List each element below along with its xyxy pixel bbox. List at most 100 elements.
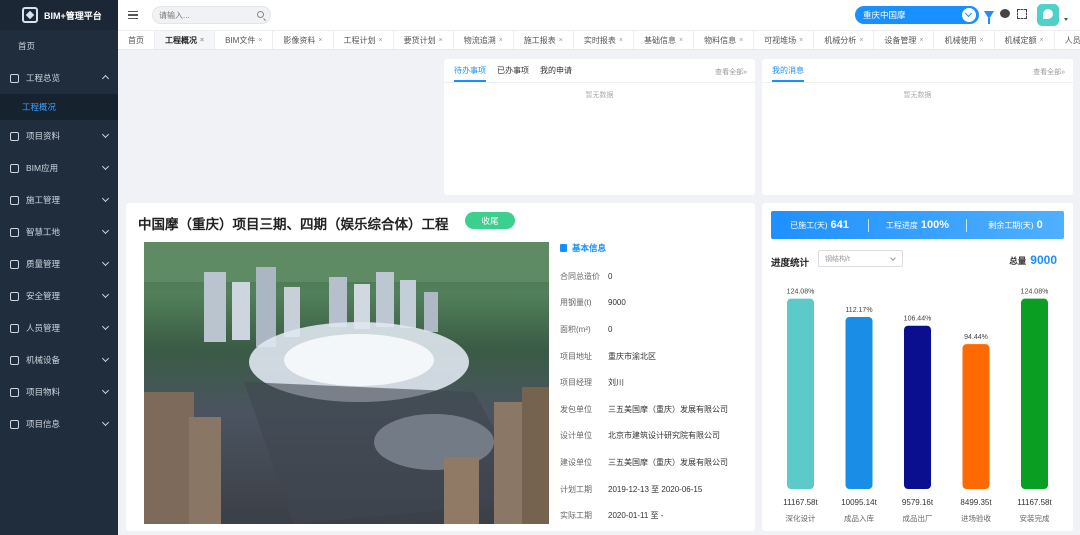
tab-item[interactable]: 基础信息 × [634, 31, 695, 49]
search-input[interactable] [159, 10, 254, 20]
search-icon[interactable] [257, 11, 264, 18]
chat-icon[interactable] [1000, 9, 1010, 18]
tab-item[interactable]: 物流追溯 × [454, 31, 514, 49]
list-icon [10, 419, 19, 429]
info-row: 面积(m²) 0 [560, 316, 728, 343]
close-icon[interactable]: × [559, 37, 563, 44]
sidebar-item-home[interactable]: 首页 [0, 30, 118, 62]
tab-item[interactable]: 机械使用 × [934, 31, 995, 49]
info-row: 发包单位 三五美国摩（重庆）发展有限公司 [560, 396, 728, 423]
drill-icon [10, 355, 19, 365]
filter-icon[interactable] [984, 11, 994, 24]
view-all-link[interactable]: 查看全部» [1033, 67, 1065, 77]
close-icon[interactable]: × [859, 37, 863, 44]
tab-my-messages[interactable]: 我的消息 [772, 65, 804, 82]
bar-percent-label: 94.44% [964, 334, 988, 341]
sidebar-item[interactable]: 施工管理 [0, 184, 118, 216]
tab-label: BIM文件 [225, 36, 256, 45]
sidebar-item[interactable]: 项目物料 [0, 376, 118, 408]
chart-bar[interactable] [1021, 298, 1048, 489]
tab-item[interactable]: 可视堆场 × [754, 31, 815, 49]
chevron-icon [101, 194, 110, 203]
info-key: 合同总造价 [560, 271, 600, 281]
close-icon[interactable]: × [919, 37, 923, 44]
info-key: 项目经理 [560, 378, 592, 388]
project-select[interactable]: 重庆中国摩 [855, 6, 979, 24]
tab-item[interactable]: 要货计划 × [394, 31, 454, 49]
tab-item[interactable]: 物料信息 × [694, 31, 755, 49]
sidebar-menu: 工程总览 工程概况 项目资料 BIM应用施工管理智慧工地 质量管理 安全管理人员管理机械设… [0, 62, 118, 440]
fullscreen-icon[interactable] [1017, 9, 1027, 19]
bar-percent-label: 112.17% [845, 307, 872, 314]
avatar[interactable] [1037, 4, 1059, 26]
tab-my-requests[interactable]: 我的申请 [540, 65, 572, 82]
tab-item[interactable]: 施工报表 × [514, 31, 574, 49]
close-icon[interactable]: × [439, 37, 443, 44]
view-all-link[interactable]: 查看全部» [715, 67, 747, 77]
sidebar-item-label: 项目物料 [26, 387, 61, 397]
close-icon[interactable]: × [739, 37, 743, 44]
info-row: 计划工期 2019-12-13 至 2020-06-15 [560, 476, 728, 503]
close-icon[interactable]: × [318, 37, 322, 44]
sidebar-item[interactable]: 质量管理 [0, 248, 118, 280]
tab-item[interactable]: BIM文件 × [215, 31, 274, 49]
close-icon[interactable]: × [679, 37, 683, 44]
tab-label: 要货计划 [403, 36, 436, 45]
sidebar-item[interactable]: BIM应用 [0, 152, 118, 184]
tab-item[interactable]: 工程概况 × [155, 31, 216, 49]
chart-bar[interactable] [962, 344, 990, 489]
basic-info-title: 基本信息 [572, 243, 607, 253]
progress-bar-chart: 124.08% 11167.58t 深化设计 112.17% 10095.14t 成品入库… [783, 289, 1052, 523]
close-icon[interactable]: × [979, 37, 983, 44]
menu-icon[interactable] [128, 11, 138, 19]
tab-item[interactable]: 设备管理 × [874, 31, 935, 49]
close-icon[interactable]: × [619, 37, 623, 44]
basic-info-list: 合同总造价 0 用钢量(t) 9000 面积(m²) 0 项目地址 重庆市渝北区 项目经理 刘川发… [560, 263, 728, 529]
tab-item[interactable]: 首页 [118, 31, 155, 49]
close-icon[interactable]: × [200, 37, 204, 44]
tab-label: 人员信息 [1064, 36, 1080, 45]
tab-done[interactable]: 已办事项 [497, 65, 529, 82]
close-icon[interactable]: × [799, 37, 803, 44]
stat-label: 工程进度 [885, 220, 918, 230]
tab-item[interactable]: 影像资料 × [273, 31, 334, 49]
info-key: 项目地址 [560, 351, 592, 361]
sidebar-item[interactable]: 智慧工地 [0, 216, 118, 248]
todo-tabs: 待办事项 已办事项 我的申请 查看全部» [444, 59, 755, 83]
clipboard-icon [10, 195, 19, 205]
sidebar-item-label: 人员管理 [26, 323, 61, 333]
stat-days-remaining: 剩余工期(天) 0 [967, 219, 1064, 232]
bar-percent-label: 124.08% [787, 289, 815, 296]
sidebar-item[interactable]: 机械设备 [0, 344, 118, 376]
sidebar-item[interactable]: 安全管理 [0, 280, 118, 312]
tab-item[interactable]: 机械定额 × [995, 31, 1055, 49]
info-key: 发包单位 [560, 404, 592, 414]
tab-item[interactable]: 机械分析 × [814, 31, 875, 49]
sidebar-item[interactable]: 项目信息 [0, 408, 118, 440]
chart-bar[interactable] [787, 298, 814, 489]
close-icon[interactable]: × [1040, 37, 1044, 44]
tab-item[interactable]: 工程计划 × [334, 31, 394, 49]
close-icon[interactable]: × [499, 37, 503, 44]
unit-select[interactable]: 钢结构/t [818, 250, 903, 267]
close-icon[interactable]: × [379, 37, 383, 44]
app-logo[interactable]: BIM+管理平台 [0, 0, 118, 30]
sidebar-item-label: 项目信息 [26, 419, 61, 429]
tab-label: 可视堆场 [764, 36, 797, 45]
info-value: 刘川 [608, 378, 624, 388]
bar-value-label: 11167.58t [783, 498, 818, 507]
total-value: 9000 [1030, 253, 1057, 267]
sidebar-item-label: 施工管理 [26, 195, 61, 205]
close-icon[interactable]: × [258, 37, 262, 44]
tab-todo[interactable]: 待办事项 [454, 65, 486, 82]
chart-bar[interactable] [904, 325, 931, 489]
sidebar-item[interactable]: 项目资料 [0, 120, 118, 152]
chart-bar[interactable] [845, 316, 873, 489]
sidebar-subitem[interactable]: 工程概况 [0, 94, 118, 120]
tab-item[interactable]: 实时报表 × [574, 31, 634, 49]
sidebar-item[interactable]: 人员管理 [0, 312, 118, 344]
caret-down-icon[interactable] [1064, 18, 1068, 21]
sidebar-item[interactable]: 工程总览 [0, 62, 118, 94]
cloud-icon [10, 291, 19, 301]
tab-item[interactable]: 人员信息× [1055, 31, 1080, 49]
